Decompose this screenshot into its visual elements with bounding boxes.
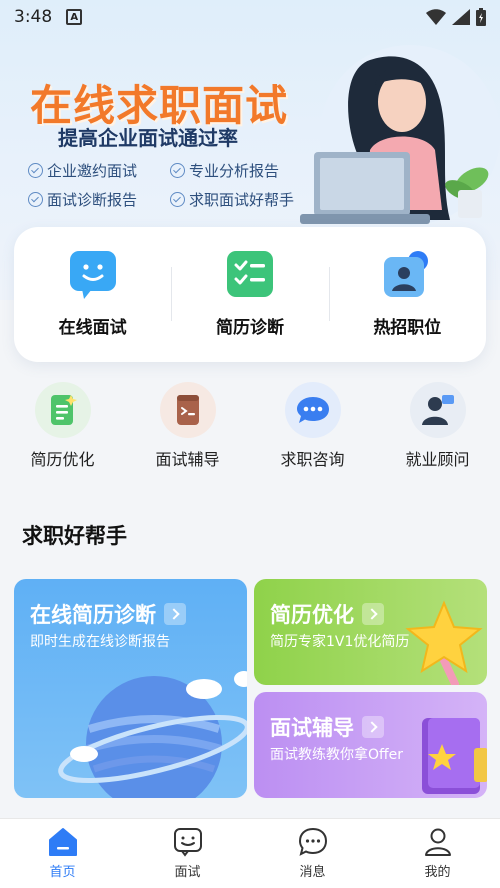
profile-icon [424, 828, 451, 856]
interview-icon [173, 828, 202, 857]
nav-label: 消息 [299, 865, 326, 880]
service-resume-diagnosis[interactable]: 简历诊断 [171, 227, 328, 362]
resume-icon [34, 382, 91, 438]
advisor-icon [409, 382, 466, 438]
book-illustration [422, 718, 487, 794]
recruiter-icon [384, 251, 430, 297]
nav-home[interactable]: 首页 [0, 819, 125, 888]
tile-resume-diagnosis[interactable]: 在线简历诊断 即时生成在线诊断报告 [14, 579, 247, 798]
banner-subtitle: 提高企业面试通过率 [58, 126, 238, 150]
banner-feature: 面试诊断报告 [28, 189, 170, 210]
check-circle-icon [170, 192, 185, 207]
banner-feature: 企业邀约面试 [28, 160, 170, 181]
main-services-card: 在线面试 简历诊断 热招职位 [14, 227, 486, 362]
tile-title: 在线简历诊断 [30, 599, 186, 629]
checklist-icon [226, 251, 273, 297]
chat-face-icon [69, 251, 116, 299]
tile-resume-optimize[interactable]: 简历优化 简历专家1V1优化简历 [254, 579, 487, 685]
banner-feature: 专业分析报告 [170, 160, 330, 181]
check-circle-icon [28, 163, 43, 178]
status-bar: 3:48 A [0, 0, 500, 34]
nav-profile[interactable]: 我的 [375, 819, 500, 888]
banner-feature: 求职面试好帮手 [170, 189, 330, 210]
service-label: 就业顾问 [405, 450, 470, 469]
service-hot-jobs[interactable]: 热招职位 [328, 227, 486, 362]
service-label: 简历诊断 [215, 318, 284, 338]
service-label: 面试辅导 [155, 450, 220, 469]
service-online-interview[interactable]: 在线面试 [14, 227, 171, 362]
banner-features: 企业邀约面试 专业分析报告 面试诊断报告 求职面试好帮手 [28, 160, 330, 210]
bottom-nav: 首页 面试 消息 我的 [0, 818, 500, 888]
tile-title: 面试辅导 [270, 712, 384, 742]
battery-icon [476, 8, 486, 26]
service-label: 热招职位 [373, 318, 442, 338]
status-icons [426, 8, 486, 26]
chat-bubble-icon [284, 382, 341, 438]
home-icon [48, 828, 77, 856]
tile-title: 简历优化 [270, 599, 384, 629]
secondary-services: 简历优化 面试辅导 求职咨询 就业顾问 [0, 382, 500, 470]
service-career-advisor[interactable]: 就业顾问 [375, 382, 500, 470]
message-icon [298, 827, 327, 856]
tile-subtitle: 面试教练教你拿Offer [270, 747, 404, 763]
service-job-consult[interactable]: 求职咨询 [250, 382, 375, 470]
nav-label: 面试 [174, 865, 201, 880]
service-resume-optimize[interactable]: 简历优化 [0, 382, 125, 470]
nav-interview[interactable]: 面试 [125, 819, 250, 888]
status-time: 3:48 [14, 7, 53, 27]
tile-subtitle: 简历专家1V1优化简历 [270, 634, 410, 650]
service-label: 在线面试 [58, 318, 127, 338]
service-label: 简历优化 [30, 450, 95, 469]
nav-label: 我的 [424, 865, 451, 880]
planet-illustration [58, 671, 247, 798]
star-wand-illustration [405, 600, 483, 685]
wifi-icon [426, 9, 446, 25]
nav-label: 首页 [49, 865, 76, 880]
tile-subtitle: 即时生成在线诊断报告 [30, 634, 170, 650]
chevron-right-icon [362, 716, 384, 738]
check-circle-icon [28, 192, 43, 207]
service-label: 求职咨询 [280, 450, 345, 469]
chevron-right-icon [164, 603, 186, 625]
a-icon: A [66, 9, 83, 25]
signal-icon [452, 9, 470, 25]
tile-interview-coaching[interactable]: 面试辅导 面试教练教你拿Offer [254, 692, 487, 798]
chevron-right-icon [362, 603, 384, 625]
nav-messages[interactable]: 消息 [250, 819, 375, 888]
woman-laptop-illustration [300, 45, 500, 225]
terminal-icon [159, 382, 216, 438]
check-circle-icon [170, 163, 185, 178]
service-interview-coaching[interactable]: 面试辅导 [125, 382, 250, 470]
section-title: 求职好帮手 [22, 524, 127, 548]
